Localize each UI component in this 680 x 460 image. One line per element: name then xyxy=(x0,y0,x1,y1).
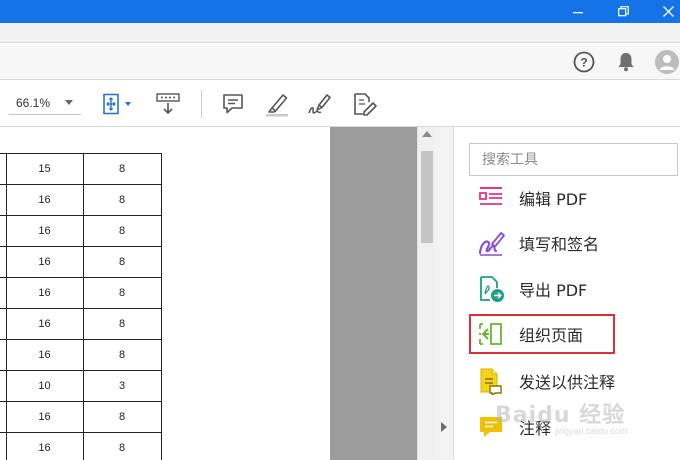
panel-collapse-strip xyxy=(435,127,454,460)
close-window-button[interactable] xyxy=(648,0,680,23)
window-title-bar xyxy=(0,0,680,23)
organize-pages-icon xyxy=(477,320,505,348)
svg-text:?: ? xyxy=(580,56,587,70)
table-cell: 16 xyxy=(5,432,84,460)
tool-comment[interactable]: 注释 xyxy=(469,407,669,447)
help-button[interactable]: ? xyxy=(572,50,596,74)
tool-organize-pages[interactable]: 组织页面 xyxy=(469,314,615,354)
table-cell: 8 xyxy=(82,246,162,278)
table-cell: 8 xyxy=(82,432,162,460)
table-cell: 10 xyxy=(5,370,84,402)
table-row: 16 8 xyxy=(0,432,162,460)
tool-label: 导出 PDF xyxy=(519,281,588,300)
table-row: 16 8 xyxy=(0,401,162,433)
toolbar-divider xyxy=(201,90,202,118)
edit-pdf-icon xyxy=(477,184,505,212)
highlighter-icon xyxy=(266,94,288,117)
add-comment-button[interactable] xyxy=(218,90,248,118)
export-pdf-icon xyxy=(477,275,505,303)
page-fit-button[interactable] xyxy=(100,90,136,118)
zoom-value: 66.1% xyxy=(16,95,51,110)
scrollbar-thumb[interactable] xyxy=(421,151,433,243)
fit-page-icon xyxy=(103,93,131,115)
table-row: 16 8 xyxy=(0,308,162,340)
restore-icon xyxy=(617,6,629,17)
scroll-icon xyxy=(156,93,180,115)
collapse-panel-icon[interactable] xyxy=(441,422,447,432)
table-row: 10 3 xyxy=(0,370,162,402)
scroll-mode-button[interactable] xyxy=(153,90,183,118)
table-cell: 16 xyxy=(5,184,84,216)
table-row: 16 8 xyxy=(0,246,162,278)
table-cell: 3 xyxy=(82,370,162,402)
table-cell: 16 xyxy=(5,401,84,433)
chevron-down-icon xyxy=(65,100,73,105)
highlight-button[interactable] xyxy=(262,90,292,118)
menu-bar xyxy=(0,23,680,43)
vertical-scrollbar[interactable] xyxy=(417,127,435,460)
table-cell: 8 xyxy=(82,184,162,216)
header-bar: ? xyxy=(0,44,680,80)
tool-edit-pdf[interactable]: 编辑 PDF xyxy=(469,178,669,218)
restore-button[interactable] xyxy=(603,0,643,23)
table-cell: 16 xyxy=(5,246,84,278)
table-cell: 8 xyxy=(82,401,162,433)
tool-label: 注释 xyxy=(519,419,552,438)
user-avatar-icon xyxy=(655,50,679,74)
table-row: 15 8 xyxy=(0,153,162,185)
tool-label: 填写和签名 xyxy=(519,235,600,254)
notifications-button[interactable] xyxy=(614,50,638,74)
minimize-icon xyxy=(573,11,583,13)
tool-label: 编辑 PDF xyxy=(519,190,588,209)
table-cell: 8 xyxy=(82,308,162,340)
bell-icon xyxy=(618,53,634,72)
share-file-icon xyxy=(354,93,377,116)
table-row: 16 8 xyxy=(0,184,162,216)
tool-label: 组织页面 xyxy=(519,326,584,345)
pen-sign-icon xyxy=(308,94,331,114)
table-cell: 16 xyxy=(5,215,84,247)
table-cell: 16 xyxy=(5,308,84,340)
minimize-button[interactable] xyxy=(558,0,598,23)
scroll-up-icon[interactable] xyxy=(422,131,432,137)
help-icon: ? xyxy=(573,51,595,73)
zoom-dropdown[interactable]: 66.1% xyxy=(9,91,81,115)
search-tools-box[interactable] xyxy=(469,143,678,176)
tools-pane: 编辑 PDF 填写和签名 导出 PDF xyxy=(455,127,680,460)
table-cell: 16 xyxy=(5,277,84,309)
table-cell: 15 xyxy=(5,153,84,185)
send-for-comments-icon xyxy=(477,367,505,395)
table-cell: 8 xyxy=(82,277,162,309)
fill-sign-icon xyxy=(477,229,505,257)
share-button[interactable] xyxy=(349,90,379,118)
sign-button[interactable] xyxy=(305,90,335,118)
tool-export-pdf[interactable]: 导出 PDF xyxy=(469,269,669,309)
table-cell: 8 xyxy=(82,153,162,185)
table-row: 16 8 xyxy=(0,277,162,309)
tool-send-for-comments[interactable]: 发送以供注释 xyxy=(469,361,669,401)
comment-tool-icon xyxy=(477,413,505,441)
tool-label: 发送以供注释 xyxy=(519,373,616,392)
table-cell: 8 xyxy=(82,339,162,371)
table-row: 16 8 xyxy=(0,339,162,371)
tool-fill-sign[interactable]: 填写和签名 xyxy=(469,223,669,263)
comment-icon xyxy=(223,94,243,114)
table-cell: 8 xyxy=(82,215,162,247)
search-tools-input[interactable] xyxy=(470,144,677,175)
main-toolbar: 66.1% xyxy=(0,81,680,127)
document-table: 15 8 16 8 16 8 16 8 16 8 16 8 16 8 10 3 16 8 16 8 xyxy=(0,153,162,460)
avatar[interactable] xyxy=(655,50,679,74)
table-row: 16 8 xyxy=(0,215,162,247)
document-background xyxy=(330,127,417,460)
table-cell: 16 xyxy=(5,339,84,371)
close-icon xyxy=(662,6,674,17)
